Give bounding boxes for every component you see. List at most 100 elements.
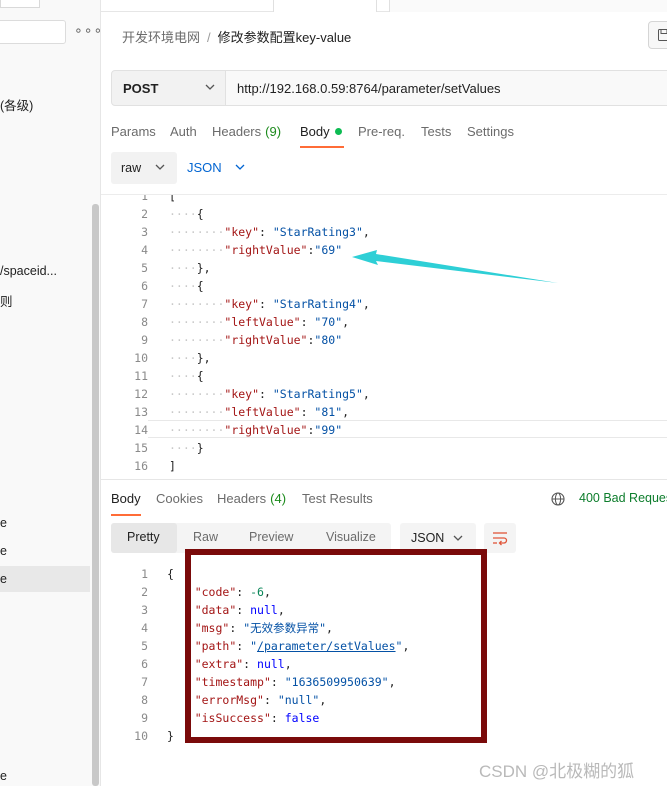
code-line: 2 ····{ (101, 205, 667, 223)
response-format-select[interactable]: JSON (400, 523, 476, 553)
url-text: http://192.168.0.59:8764/parameter/setVa… (237, 81, 501, 96)
sidebar-item[interactable]: e (0, 516, 7, 530)
request-body-editor[interactable]: 1[2 ····{3 ········"key": "StarRating3", 4 ·… (101, 194, 667, 477)
code-line: 9 "isSuccess": false (101, 709, 667, 727)
code-token: }, (196, 261, 211, 275)
view-tab-raw[interactable]: Raw (193, 530, 218, 544)
sidebar-top-tab[interactable] (0, 0, 40, 8)
code-line: 10} (101, 727, 667, 745)
tab-label: Cookies (156, 491, 203, 506)
code-line: 3 ········"key": "StarRating3", (101, 223, 667, 241)
code-token: , (342, 315, 350, 329)
view-tab-visualize[interactable]: Visualize (326, 530, 376, 544)
url-input[interactable]: http://192.168.0.59:8764/parameter/setVa… (226, 70, 667, 106)
tab-count-badge: (9) (265, 124, 282, 139)
line-number: 6 (141, 657, 148, 671)
body-type-select[interactable]: raw (111, 152, 177, 184)
sidebar-scrollbar[interactable] (92, 204, 99, 786)
code-token: "StarRating3" (272, 225, 363, 239)
sidebar-item-selected[interactable]: e (0, 572, 7, 586)
tab-pre-req[interactable]: Pre-req. (358, 124, 405, 139)
code-line: 6 ····{ (101, 277, 667, 295)
code-token: "无效参数异常" (243, 621, 327, 635)
sidebar-item[interactable]: (各级) (0, 95, 33, 114)
code-token: } (196, 441, 204, 455)
sidebar-item[interactable]: /spaceid... (0, 264, 57, 278)
code-token: , (362, 297, 370, 311)
code-token: null (250, 603, 278, 617)
line-number: 2 (141, 585, 148, 599)
code-line: 16] (101, 457, 667, 475)
code-token[interactable]: /parameter/setValues (257, 639, 395, 653)
tab-params[interactable]: Params (111, 124, 156, 139)
code-line: 7 "timestamp": "1636509950639", (101, 673, 667, 691)
code-text: ········"leftValue": "70", (169, 313, 349, 331)
breadcrumb-separator: / (207, 30, 211, 45)
code-token: "path" (194, 639, 237, 653)
tab-settings[interactable]: Settings (467, 124, 514, 139)
method-select[interactable]: POST (111, 70, 226, 106)
tab-tests[interactable]: Tests (421, 124, 451, 139)
code-text: ····{ (169, 205, 204, 223)
code-line: 14 ········"rightValue":"99" (101, 421, 667, 439)
code-token: "msg" (194, 621, 230, 635)
code-token: "81" (314, 405, 343, 419)
tab-body[interactable]: Body (300, 124, 344, 148)
line-number: 3 (141, 603, 148, 617)
code-token: }, (196, 351, 211, 365)
line-number: 16 (134, 459, 148, 473)
sidebar-item[interactable]: e (0, 544, 7, 558)
code-text: ····{ (169, 367, 204, 385)
tab-headers[interactable]: Headers (4) (217, 491, 286, 506)
save-button[interactable] (648, 21, 667, 49)
code-token: "key" (224, 297, 260, 311)
sidebar-more-icon[interactable]: ∘∘∘ (74, 22, 100, 39)
chevron-down-icon (205, 84, 215, 90)
code-token: ···· (169, 279, 197, 293)
body-language-select[interactable]: JSON (186, 152, 252, 184)
code-token: , (388, 675, 396, 689)
status-code[interactable]: 400 Bad Request (579, 491, 667, 505)
code-text: "timestamp": "1636509950639", (167, 673, 396, 691)
code-token: , (362, 225, 370, 239)
code-token: "key" (224, 387, 260, 401)
sidebar-item[interactable]: e (0, 769, 7, 783)
code-token: "timestamp" (194, 675, 271, 689)
code-token: { (196, 369, 204, 383)
request-tab[interactable] (273, 0, 377, 12)
view-tab-preview[interactable]: Preview (249, 530, 293, 544)
code-token: ········ (169, 243, 225, 257)
tab-label: Body (300, 124, 330, 139)
response-body-viewer[interactable]: 1{2 "code": -6, 3 "data": null, 4 "msg": "… (101, 562, 667, 752)
code-token: ] (169, 459, 176, 473)
code-token: { (196, 279, 204, 293)
code-token: [ (169, 194, 176, 203)
code-line: 2 "code": -6, (101, 583, 667, 601)
tab-body[interactable]: Body (111, 491, 141, 516)
line-number: 2 (141, 207, 148, 221)
wrap-lines-button[interactable] (484, 523, 516, 553)
breadcrumb-environment[interactable]: 开发环境电网 (122, 30, 200, 45)
tab-test-results[interactable]: Test Results (302, 491, 373, 506)
code-token: ···· (169, 369, 197, 383)
code-token: ········ (169, 297, 225, 311)
sidebar-search-input[interactable] (0, 20, 66, 44)
line-number: 8 (141, 693, 148, 707)
code-token: : (259, 387, 273, 401)
code-line: 12 ········"key": "StarRating5", (101, 385, 667, 403)
request-name[interactable]: 修改参数配置key-value (218, 30, 352, 45)
code-token: ···· (169, 207, 197, 221)
line-number: 11 (134, 369, 148, 383)
code-token: "errorMsg" (194, 693, 264, 707)
view-tab-pretty[interactable]: Pretty (127, 530, 160, 544)
tab-count-badge: (4) (270, 491, 287, 506)
line-number: 3 (141, 225, 148, 239)
tab-cookies[interactable]: Cookies (156, 491, 203, 506)
code-text: [ (169, 194, 176, 205)
request-tab[interactable] (389, 0, 667, 12)
sidebar-selected-row[interactable] (0, 566, 90, 592)
tab-headers[interactable]: Headers (9) (212, 124, 281, 139)
sidebar-item[interactable]: 则 (0, 291, 13, 310)
tab-auth[interactable]: Auth (170, 124, 197, 139)
